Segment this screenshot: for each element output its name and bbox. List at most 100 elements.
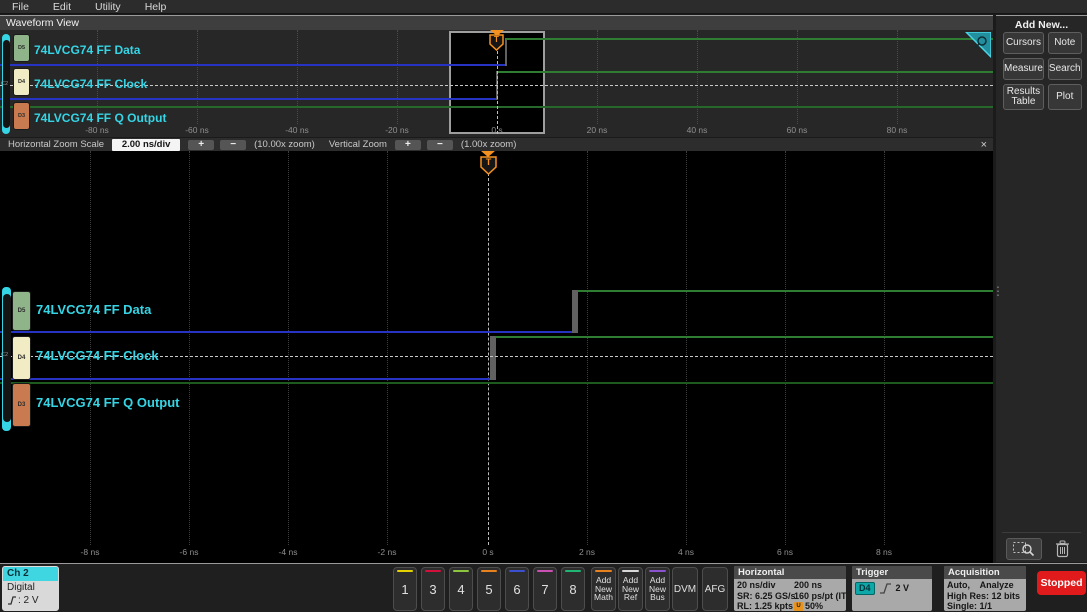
data-wave-high (577, 290, 993, 292)
waveform-view-title: Waveform View (0, 16, 993, 30)
zoom-select-button[interactable] (1006, 538, 1042, 560)
trigger-panel[interactable]: Trigger D4 2 V (852, 566, 932, 611)
acquisition-resolution: High Res: 12 bits (947, 590, 1021, 601)
acquisition-mode: Auto, Analyze (947, 580, 1014, 590)
channel-2-badge[interactable]: Ch 2 Digital : 2 V (2, 566, 59, 611)
main-waveform-view[interactable]: T C2 D5 D4 D3 74LVCG74 FF Data 74LVCG74 … (0, 151, 993, 563)
clock-wave-high (498, 71, 993, 73)
channel-badge-d5[interactable]: D5 (12, 291, 31, 331)
main-tick: 4 ns (677, 547, 695, 557)
trigger-panel-title: Trigger (852, 566, 932, 579)
add-new-bus-button[interactable]: Add New Bus (645, 567, 670, 611)
menu-utility[interactable]: Utility (95, 1, 121, 13)
oscilloscope-app: File Edit Utility Help Waveform View T C… (0, 0, 1087, 612)
h-zoom-scale-input[interactable]: 2.00 ns/div (112, 138, 181, 151)
grid-line (597, 30, 598, 124)
data-wave-transition (505, 38, 507, 66)
dvm-button[interactable]: DVM (672, 567, 698, 611)
channel-badge-d4[interactable]: D4 (12, 336, 31, 380)
acquisition-panel[interactable]: Acquisition Auto, Analyze High Res: 12 b… (944, 566, 1026, 611)
channel-1-button[interactable]: 1 (393, 567, 417, 611)
channel-label-d5[interactable]: 74LVCG74 FF Data (36, 302, 151, 317)
channel-5-button[interactable]: 5 (477, 567, 501, 611)
overview-plot[interactable]: T C2 D5 D4 D3 74LVCG74 FF Data 74LVCG74 … (0, 30, 993, 137)
channel-4-button[interactable]: 4 (449, 567, 473, 611)
overview-tick: 20 ns (586, 125, 608, 135)
menu-edit[interactable]: Edit (53, 1, 71, 13)
channel-label-d3[interactable]: 74LVCG74 FF Q Output (36, 395, 180, 410)
clock-wave-low (0, 378, 493, 380)
channel-7-button[interactable]: 7 (533, 567, 557, 611)
add-results-table-button[interactable]: Results Table (1003, 84, 1044, 110)
trigger-marker[interactable]: T (489, 34, 504, 52)
results-sidebar: ⋮ Add New... Cursors Note Measure Search… (992, 15, 1087, 562)
grid-line (387, 151, 388, 545)
v-zoom-minus-button[interactable]: − (426, 139, 453, 150)
trash-button[interactable] (1050, 538, 1074, 560)
h-zoom-plus-button[interactable]: + (188, 139, 215, 150)
trigger-level: 2 V (895, 583, 910, 593)
expansion-point-icon: ∪ (794, 601, 803, 611)
trash-icon (1055, 540, 1069, 558)
clock-wave-low (0, 98, 497, 100)
channel-badge-d4[interactable]: D4 (13, 68, 30, 96)
main-tick: -6 ns (179, 547, 199, 557)
grid-line (297, 30, 298, 124)
channel-label-d3[interactable]: 74LVCG74 FF Q Output (34, 111, 166, 125)
overview-tick: -80 ns (85, 125, 109, 135)
sidebar-splitter-handle[interactable]: ⋮ (992, 284, 1004, 298)
trigger-position-line (488, 173, 489, 545)
main-tick: -8 ns (80, 547, 100, 557)
add-cursors-button[interactable]: Cursors (1003, 32, 1044, 54)
add-new-ref-button[interactable]: Add New Ref (618, 567, 643, 611)
horizontal-panel[interactable]: Horizontal 20 ns/div 200 ns SR: 6.25 GS/s… (734, 566, 846, 611)
menu-help[interactable]: Help (145, 1, 167, 13)
group-handle-label: C2 (1, 81, 9, 87)
q-wave-high (0, 382, 993, 384)
afg-button[interactable]: AFG (702, 567, 728, 611)
add-note-button[interactable]: Note (1047, 32, 1082, 54)
overview-tick: 0 s (491, 125, 503, 135)
v-zoom-plus-button[interactable]: + (394, 139, 421, 150)
add-plot-button[interactable]: Plot (1047, 84, 1082, 110)
channel-label-d5[interactable]: 74LVCG74 FF Data (34, 43, 140, 57)
menu-file[interactable]: File (12, 1, 29, 13)
main-tick: 8 ns (875, 547, 893, 557)
data-wave-low (0, 331, 574, 333)
zoom-corner-icon[interactable] (964, 31, 992, 63)
run-state-badge[interactable]: Stopped (1037, 571, 1086, 595)
channel-2-mode: Digital (7, 582, 35, 593)
math-color-strip (595, 570, 612, 572)
trigger-marker[interactable]: T (480, 156, 497, 176)
channel-badge-d5[interactable]: D5 (13, 34, 30, 62)
channel-label-d4[interactable]: 74LVCG74 FF Clock (36, 348, 159, 363)
add-measure-button[interactable]: Measure (1003, 58, 1044, 80)
main-tick: 2 ns (578, 547, 596, 557)
grid-line (587, 151, 588, 545)
channel-badge-d3[interactable]: D3 (12, 383, 31, 427)
main-tick: 0 s (482, 547, 494, 557)
channel-label-d4[interactable]: 74LVCG74 FF Clock (34, 77, 147, 91)
grid-line (884, 151, 885, 545)
overview-tick: 80 ns (886, 125, 908, 135)
channel-color-strip (397, 570, 413, 572)
channel-color-strip (453, 570, 469, 572)
add-new-math-button[interactable]: Add New Math (591, 567, 616, 611)
data-wave-high (506, 38, 993, 40)
zoom-close-button[interactable]: × (981, 139, 987, 151)
data-wave-low (0, 64, 506, 66)
add-new-group: Add New Math Add New Ref Add New Bus (591, 567, 670, 611)
grid-line (697, 30, 698, 124)
add-search-button[interactable]: Search (1047, 58, 1082, 80)
overview-tick: 40 ns (686, 125, 708, 135)
channel-6-button[interactable]: 6 (505, 567, 529, 611)
grid-line (686, 151, 687, 545)
trigger-position-line (497, 51, 498, 134)
channel-8-button[interactable]: 8 (561, 567, 585, 611)
grid-line (897, 30, 898, 124)
main-tick: -4 ns (278, 547, 298, 557)
channel-badge-d3[interactable]: D3 (13, 102, 30, 130)
channel-2-threshold: : 2 V (18, 595, 39, 606)
channel-3-button[interactable]: 3 (421, 567, 445, 611)
h-zoom-minus-button[interactable]: − (220, 139, 247, 150)
